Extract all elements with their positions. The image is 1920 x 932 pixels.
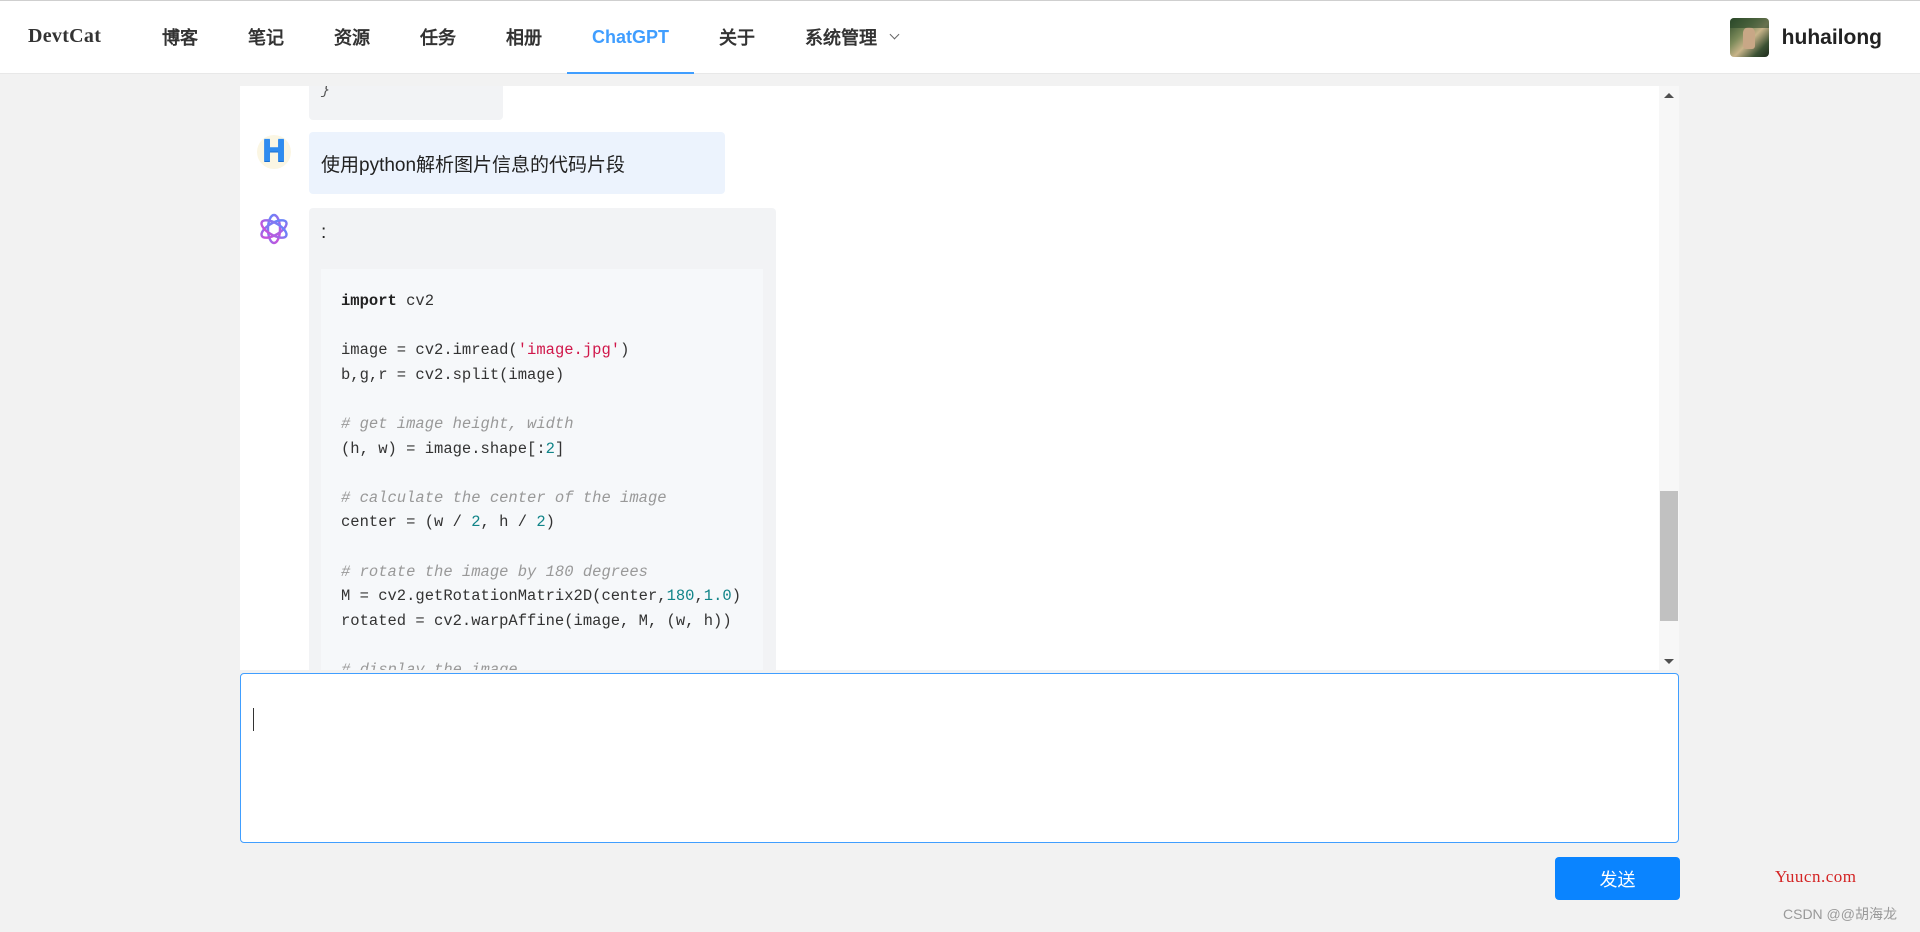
user-avatar-letter: H [261, 134, 287, 169]
code-token: # calculate the center of the image [341, 488, 667, 507]
code-token: 2 [545, 439, 555, 458]
code-token: import [341, 292, 397, 310]
code-token: , h / [480, 513, 537, 532]
chatgpt-logo-icon [255, 210, 293, 248]
site-watermark: Yuucn.com [1775, 867, 1857, 886]
user-name[interactable]: huhailong [1782, 26, 1882, 50]
code-token: ) [545, 513, 555, 532]
code-token: M = cv2.getRotationMatrix2D(center, [341, 587, 667, 606]
chat-scrollbar[interactable] [1659, 86, 1679, 670]
user-avatar-icon: H [257, 135, 291, 169]
code-token: (h, w) = image.shape[: [341, 439, 546, 458]
code-token: # display the image [341, 660, 518, 670]
brand-logo[interactable]: DevtCat [28, 25, 101, 48]
nav-item-5[interactable]: ChatGPT [567, 1, 695, 74]
code-line: # display the image [341, 658, 743, 670]
nav-item-4[interactable]: 相册 [481, 1, 567, 73]
code-token: 'image.jpg' [517, 341, 621, 360]
scroll-up-arrow-icon[interactable] [1664, 93, 1674, 98]
code-token: ] [554, 439, 565, 458]
code-token: rotated = cv2.warpAffine(image, M, (w, h… [341, 611, 732, 630]
user-avatar[interactable] [1729, 18, 1769, 57]
code-line: # calculate the center of the image [341, 486, 743, 511]
nav-item-label: ChatGPT [592, 26, 670, 47]
code-line: # rotate the image by 180 degrees [341, 560, 743, 585]
code-token: 2 [471, 513, 481, 532]
code-token: cv2 [396, 292, 435, 310]
code-line: (h, w) = image.shape[:2] [341, 437, 743, 462]
previous-message-tail: } [321, 86, 331, 99]
scroll-thumb[interactable] [1660, 491, 1678, 621]
code-token: , [694, 587, 704, 606]
top-nav-bar: DevtCat 博客 笔记 资源 任务 相册 ChatGPT 关于 系统管理 huhailon… [0, 0, 1920, 74]
code-line: center = (w / 2, h / 2) [341, 510, 743, 535]
nav-item-label: 任务 [420, 28, 456, 48]
chat-history-panel[interactable]: } H 使用python解析图片信息的代码片段 : import cv2 imag… [240, 86, 1659, 670]
code-token: ) [731, 587, 741, 606]
nav-item-label: 笔记 [248, 28, 284, 48]
nav-item-label: 博客 [162, 28, 198, 48]
code-token: ) [620, 341, 630, 360]
user-menu[interactable]: huhailong [1729, 18, 1882, 57]
scroll-down-arrow-icon[interactable] [1664, 659, 1674, 664]
nav-item-3[interactable]: 任务 [395, 1, 481, 73]
text-cursor [253, 708, 254, 731]
code-line: M = cv2.getRotationMatrix2D(center,180,1… [341, 584, 743, 609]
code-token: 180 [666, 587, 695, 606]
nav-item-label: 关于 [719, 28, 756, 48]
code-token: center = (w / [341, 513, 472, 532]
code-token: # get image height, width [341, 414, 574, 433]
nav-item-6[interactable]: 关于 [694, 1, 780, 73]
nav-item-label: 系统管理 [805, 28, 878, 48]
code-token: image = cv2.imread( [341, 341, 518, 360]
code-line: rotated = cv2.warpAffine(image, M, (w, h… [341, 609, 743, 634]
csdn-watermark: CSDN @@胡海龙 [1783, 906, 1897, 922]
code-line: b,g,r = cv2.split(image) [341, 363, 743, 388]
nav-item-label: 相册 [506, 28, 542, 48]
previous-message-bubble: } [309, 86, 503, 120]
nav-item-label: 资源 [334, 28, 370, 48]
assistant-message-text: : [321, 222, 327, 243]
code-token: 1.0 [703, 587, 732, 606]
nav-item-7[interactable]: 系统管理 [780, 1, 923, 73]
code-line: image = cv2.imread('image.jpg') [341, 338, 743, 363]
code-line: # get image height, width [341, 412, 743, 437]
code-line: import cv2 [341, 289, 743, 314]
nav-item-1[interactable]: 笔记 [223, 1, 309, 73]
assistant-message-bubble: : import cv2 image = cv2.imread('image.jp… [309, 208, 776, 670]
code-token: # rotate the image by 180 degrees [341, 562, 648, 581]
code-block: import cv2 image = cv2.imread('image.jpg'… [321, 269, 763, 670]
user-message-text: 使用python解析图片信息的代码片段 [321, 154, 626, 176]
main-nav: 博客 笔记 资源 任务 相册 ChatGPT 关于 系统管理 [137, 1, 923, 74]
code-token: 2 [536, 513, 546, 532]
nav-item-0[interactable]: 博客 [137, 1, 223, 73]
nav-item-2[interactable]: 资源 [309, 1, 395, 73]
send-button[interactable]: 发送 [1555, 857, 1680, 900]
code-token: b,g,r = cv2.split(image) [341, 365, 565, 384]
message-input[interactable] [240, 673, 1679, 843]
chevron-down-icon [889, 29, 900, 40]
user-message-bubble: 使用python解析图片信息的代码片段 [309, 132, 725, 194]
